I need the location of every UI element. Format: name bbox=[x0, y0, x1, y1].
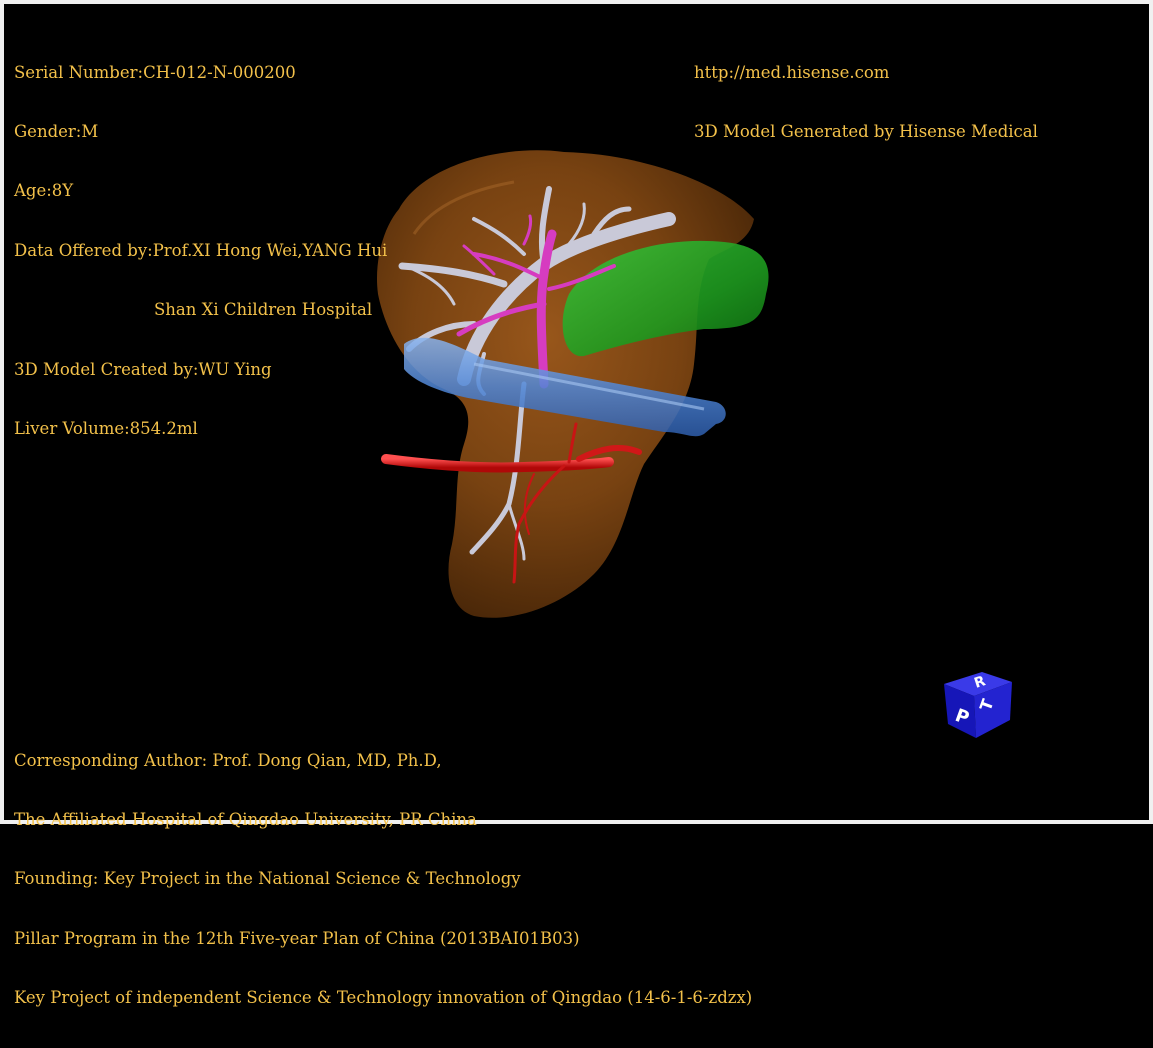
website-url-text: http://med.hisense.com bbox=[694, 62, 890, 82]
gender-text: Gender:M bbox=[14, 121, 99, 141]
generator-text: 3D Model Generated by Hisense Medical bbox=[694, 121, 1038, 141]
credits-line-4: Pillar Program in the 12th Five-year Pla… bbox=[14, 928, 580, 948]
age-text: Age:8Y bbox=[14, 181, 74, 201]
viewer-window: Serial Number:CH-012-N-000200 Gender:M A… bbox=[0, 0, 1153, 1007]
credits-panel: Corresponding Author: Prof. Dong Qian, M… bbox=[14, 711, 752, 1048]
orientation-cube-icon[interactable]: R P T bbox=[940, 668, 1016, 742]
generator-info-panel: http://med.hisense.com 3D Model Generate… bbox=[694, 23, 1038, 181]
data-offered-by-text: Data Offered by:Prof.XI Hong Wei,YANG Hu… bbox=[14, 240, 388, 260]
model-created-by-text: 3D Model Created by:WU Ying bbox=[14, 359, 272, 379]
credits-line-5: Key Project of independent Science & Tec… bbox=[14, 988, 753, 1008]
patient-info-panel: Serial Number:CH-012-N-000200 Gender:M A… bbox=[14, 23, 387, 478]
credits-line-3: Founding: Key Project in the National Sc… bbox=[14, 869, 521, 889]
hospital-text: Shan Xi Children Hospital bbox=[154, 300, 373, 320]
credits-line-2: The Affiliated Hospital of Qingdao Unive… bbox=[14, 809, 477, 829]
serial-number-text: Serial Number:CH-012-N-000200 bbox=[14, 62, 296, 82]
liver-volume-text: Liver Volume:854.2ml bbox=[14, 418, 198, 438]
credits-line-1: Corresponding Author: Prof. Dong Qian, M… bbox=[14, 750, 442, 770]
